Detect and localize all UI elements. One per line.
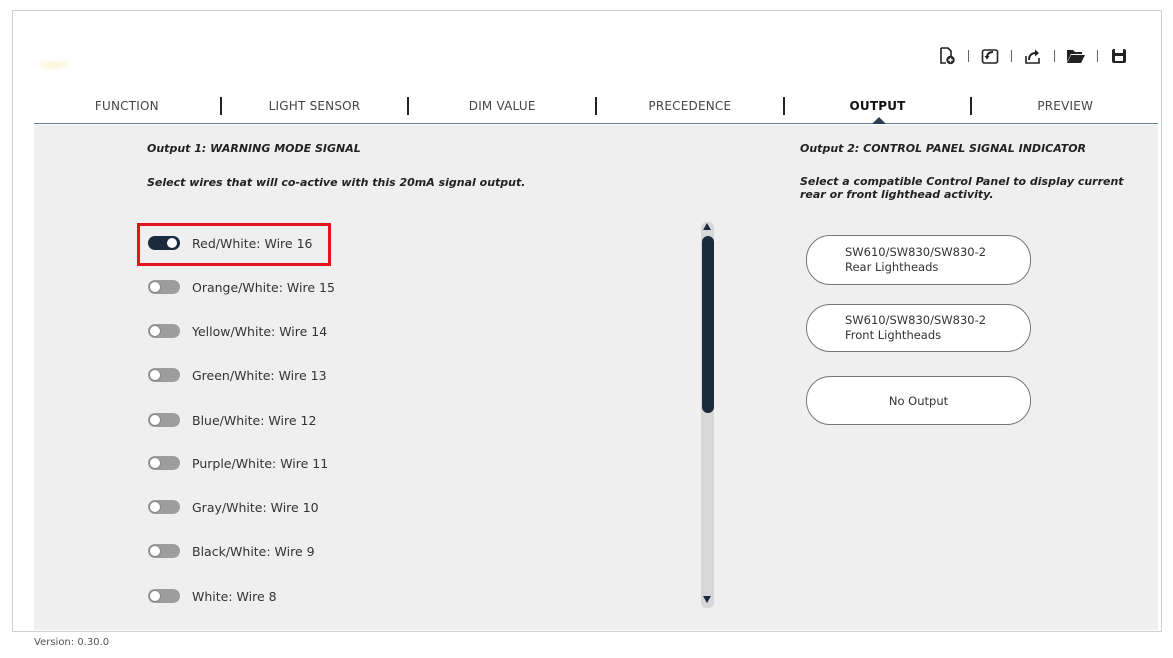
save-icon[interactable]: [1107, 44, 1131, 68]
toggle-knob: [149, 590, 161, 602]
toggle-knob: [149, 457, 161, 469]
export-icon[interactable]: [1021, 44, 1045, 68]
front-lightheads-option-button[interactable]: SW610/SW830/SW830-2 Front Lightheads: [806, 304, 1031, 352]
toolbar: [935, 44, 1131, 68]
wire-toggle-row[interactable]: Purple/White: Wire 11: [148, 452, 328, 474]
output1-subtitle: Select wires that will co-active with th…: [147, 176, 526, 189]
wire-label: Yellow/White: Wire 14: [192, 323, 328, 339]
toggle-knob: [149, 414, 161, 426]
toolbar-separator: [1054, 50, 1055, 62]
tab-output[interactable]: OUTPUT: [785, 99, 971, 113]
toggle-switch[interactable]: [148, 500, 180, 514]
option-line2: Front Lightheads: [845, 328, 942, 342]
option-line1: SW610/SW830/SW830-2: [845, 313, 987, 327]
wire-toggle-row[interactable]: Orange/White: Wire 15: [148, 276, 335, 298]
selection-highlight-box: [137, 223, 331, 266]
wire-toggle-row[interactable]: Yellow/White: Wire 14: [148, 320, 327, 342]
tab-precedence[interactable]: PRECEDENCE: [597, 99, 783, 113]
wire-label: White: Wire 8: [192, 588, 277, 604]
toolbar-separator: [1011, 50, 1012, 62]
toggle-switch[interactable]: [148, 368, 180, 382]
wire-label: Orange/White: Wire 15: [192, 279, 335, 295]
toggle-switch[interactable]: [148, 544, 180, 558]
wire-toggle-row[interactable]: Green/White: Wire 13: [148, 364, 327, 386]
wire-label: Blue/White: Wire 12: [192, 412, 317, 428]
option-line1: SW610/SW830/SW830-2: [845, 245, 987, 259]
wire-label: Black/White: Wire 9: [192, 543, 315, 559]
new-file-icon[interactable]: [935, 44, 959, 68]
toolbar-separator: [968, 50, 969, 62]
version-label: Version: 0.30.0: [34, 637, 110, 648]
wire-toggle-row[interactable]: Gray/White: Wire 10: [148, 496, 319, 518]
output2-subtitle: Select a compatible Control Panel to dis…: [800, 175, 1124, 201]
active-tab-indicator: [872, 117, 886, 124]
wire-toggle-row[interactable]: Blue/White: Wire 12: [148, 409, 316, 431]
import-icon[interactable]: [978, 44, 1002, 68]
toggle-knob: [149, 369, 161, 381]
tab-light-sensor[interactable]: LIGHT SENSOR: [222, 99, 408, 113]
scrollbar-thumb[interactable]: [702, 236, 714, 413]
option-label: No Output: [888, 393, 949, 408]
toggle-knob: [149, 325, 161, 337]
toggle-switch[interactable]: [148, 324, 180, 338]
toggle-knob: [149, 545, 161, 557]
no-output-option-button[interactable]: No Output: [806, 376, 1031, 425]
scroll-down-arrow-icon[interactable]: [703, 596, 711, 603]
toggle-switch[interactable]: [148, 413, 180, 427]
tab-preview[interactable]: PREVIEW: [972, 99, 1158, 113]
rear-lightheads-option-button[interactable]: SW610/SW830/SW830-2 Rear Lightheads: [806, 235, 1031, 285]
tab-bar: FUNCTION LIGHT SENSOR DIM VALUE PRECEDEN…: [34, 88, 1158, 124]
open-folder-icon[interactable]: [1064, 44, 1088, 68]
brand-mark: [40, 60, 70, 70]
toolbar-separator: [1097, 50, 1098, 62]
wire-toggle-row[interactable]: Black/White: Wire 9: [148, 540, 315, 562]
toggle-knob: [149, 501, 161, 513]
toggle-switch[interactable]: [148, 456, 180, 470]
wire-label: Green/White: Wire 13: [192, 367, 327, 383]
wire-toggle-row[interactable]: White: Wire 8: [148, 585, 277, 607]
wire-label: Gray/White: Wire 10: [192, 499, 319, 515]
toggle-knob: [149, 281, 161, 293]
tab-function[interactable]: FUNCTION: [34, 99, 220, 113]
toggle-switch[interactable]: [148, 589, 180, 603]
scroll-up-arrow-icon[interactable]: [703, 223, 711, 230]
option-line2: Rear Lightheads: [845, 260, 939, 274]
wire-label: Purple/White: Wire 11: [192, 455, 329, 471]
output2-title: Output 2: CONTROL PANEL SIGNAL INDICATOR: [800, 142, 1087, 155]
tab-dim-value[interactable]: DIM VALUE: [409, 99, 595, 113]
toggle-switch[interactable]: [148, 280, 180, 294]
output1-title: Output 1: WARNING MODE SIGNAL: [147, 142, 361, 155]
